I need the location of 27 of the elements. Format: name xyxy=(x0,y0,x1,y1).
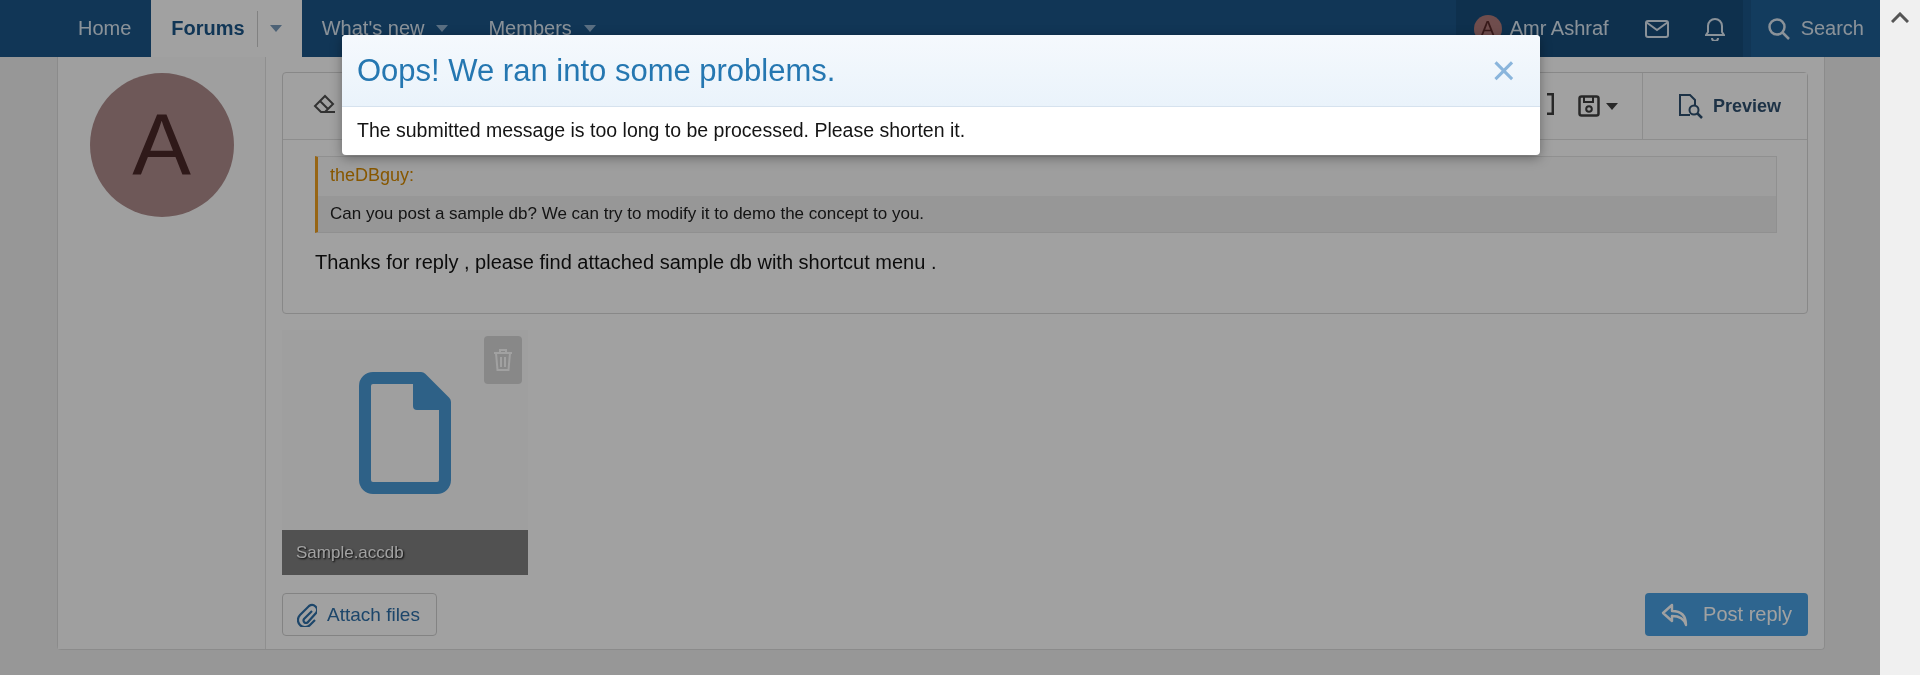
mail-icon xyxy=(1644,19,1669,38)
post-reply-button[interactable]: Post reply xyxy=(1645,593,1808,636)
attachment-filename: Sample.accdb xyxy=(282,530,528,575)
search-icon xyxy=(1766,16,1791,41)
eraser-icon xyxy=(313,94,337,114)
bell-icon xyxy=(1704,16,1725,41)
message-text: Thanks for reply , please find attached sample db with shortcut menu . xyxy=(315,251,938,274)
bracket-icon xyxy=(1545,93,1554,115)
reply-icon xyxy=(1661,602,1690,627)
drafts-button[interactable] xyxy=(1577,95,1618,117)
quote-text: Can you post a sample db? We can try to modify it to demo the concept to you. xyxy=(318,196,1776,232)
caret-icon xyxy=(1605,102,1618,110)
paperclip-icon xyxy=(297,602,317,627)
alerts-button[interactable] xyxy=(1686,0,1743,57)
save-icon xyxy=(1577,95,1600,117)
document-search-icon xyxy=(1676,93,1703,119)
attach-files-button[interactable]: Attach files xyxy=(282,593,437,636)
search-button[interactable]: Search xyxy=(1750,0,1880,57)
user-avatar: A xyxy=(89,73,234,217)
nav-tab[interactable]: Forums xyxy=(151,0,302,57)
user-name: Amr Ashraf xyxy=(1509,17,1609,40)
trash-icon xyxy=(493,348,513,372)
error-message: The submitted message is too long to be processed. Please shorten it. xyxy=(356,118,967,143)
nav-tab[interactable]: Home xyxy=(58,0,152,57)
file-icon xyxy=(359,372,451,494)
preview-tab[interactable]: Preview xyxy=(1641,73,1807,139)
scroll-up-icon xyxy=(1891,12,1909,23)
